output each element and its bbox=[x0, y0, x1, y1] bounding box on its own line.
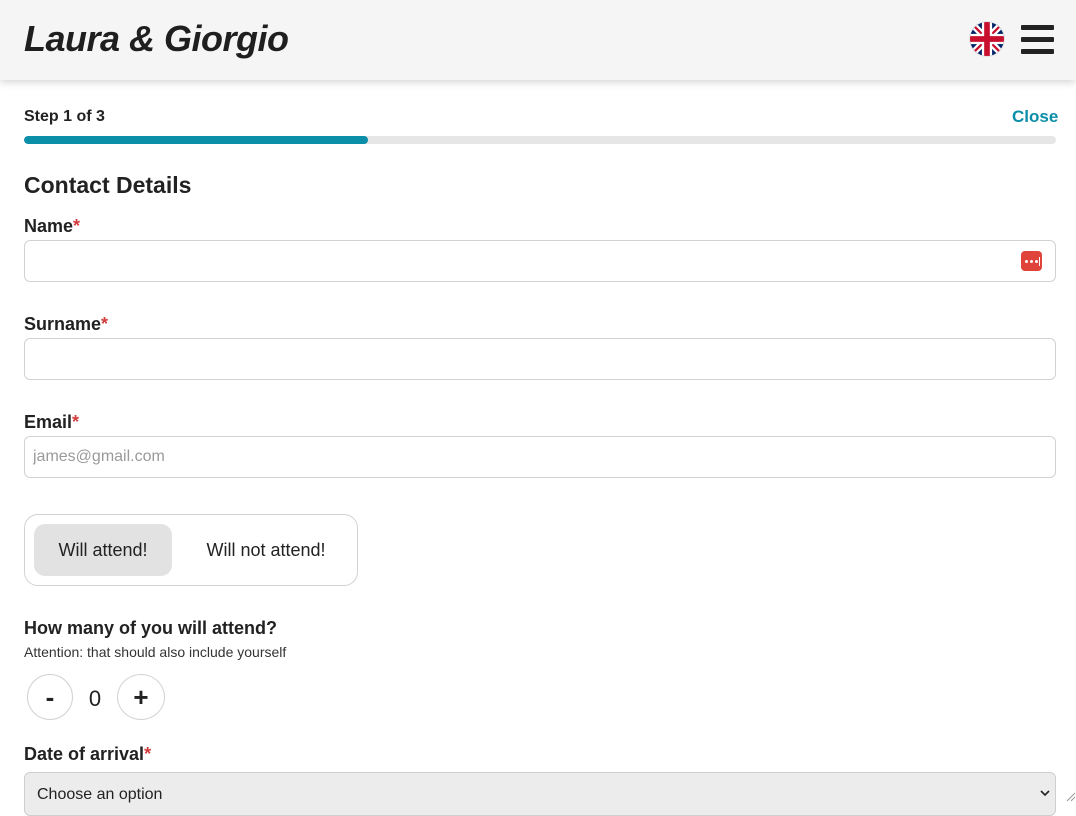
uk-flag-icon[interactable] bbox=[970, 22, 1004, 56]
attendance-toggle: Will attend! Will not attend! bbox=[24, 514, 358, 586]
required-marker: * bbox=[144, 744, 152, 764]
name-field[interactable] bbox=[24, 240, 1056, 282]
required-marker: * bbox=[73, 216, 81, 236]
progress-fill bbox=[24, 136, 368, 144]
email-field[interactable] bbox=[24, 436, 1056, 478]
increment-button[interactable]: + bbox=[117, 674, 165, 720]
top-bar: Laura & Giorgio bbox=[0, 0, 1076, 80]
name-label: Name* bbox=[24, 216, 80, 237]
guest-count-question: How many of you will attend? bbox=[24, 618, 278, 638]
resize-grip-icon[interactable] bbox=[1064, 790, 1076, 802]
section-title: Contact Details bbox=[24, 172, 192, 198]
guest-count-value: 0 bbox=[88, 686, 102, 711]
required-marker: * bbox=[101, 314, 109, 334]
close-link[interactable]: Close bbox=[1012, 107, 1058, 127]
surname-label-text: Surname bbox=[24, 314, 102, 334]
arrival-label: Date of arrival* bbox=[24, 744, 151, 765]
guest-count-hint: Attention: that should also include your… bbox=[24, 644, 287, 660]
will-not-attend-button[interactable]: Will not attend! bbox=[191, 524, 341, 576]
will-attend-button[interactable]: Will attend! bbox=[34, 524, 172, 576]
surname-label: Surname* bbox=[24, 314, 108, 335]
email-label-text: Email bbox=[24, 412, 73, 432]
name-label-text: Name bbox=[24, 216, 74, 236]
chevron-down-icon bbox=[1040, 790, 1050, 797]
email-label: Email* bbox=[24, 412, 79, 433]
arrival-date-selected: Choose an option bbox=[37, 786, 163, 803]
step-indicator: Step 1 of 3 bbox=[24, 108, 105, 125]
progress-bar bbox=[24, 136, 1056, 144]
arrival-date-select[interactable]: Choose an option bbox=[24, 772, 1056, 816]
decrement-button[interactable]: - bbox=[27, 674, 73, 720]
password-manager-icon[interactable] bbox=[1021, 251, 1042, 271]
required-marker: * bbox=[72, 412, 80, 432]
arrival-label-text: Date of arrival bbox=[24, 744, 145, 764]
site-brand[interactable]: Laura & Giorgio bbox=[24, 18, 289, 60]
hamburger-menu-icon[interactable] bbox=[1021, 24, 1055, 54]
surname-field[interactable] bbox=[24, 338, 1056, 380]
